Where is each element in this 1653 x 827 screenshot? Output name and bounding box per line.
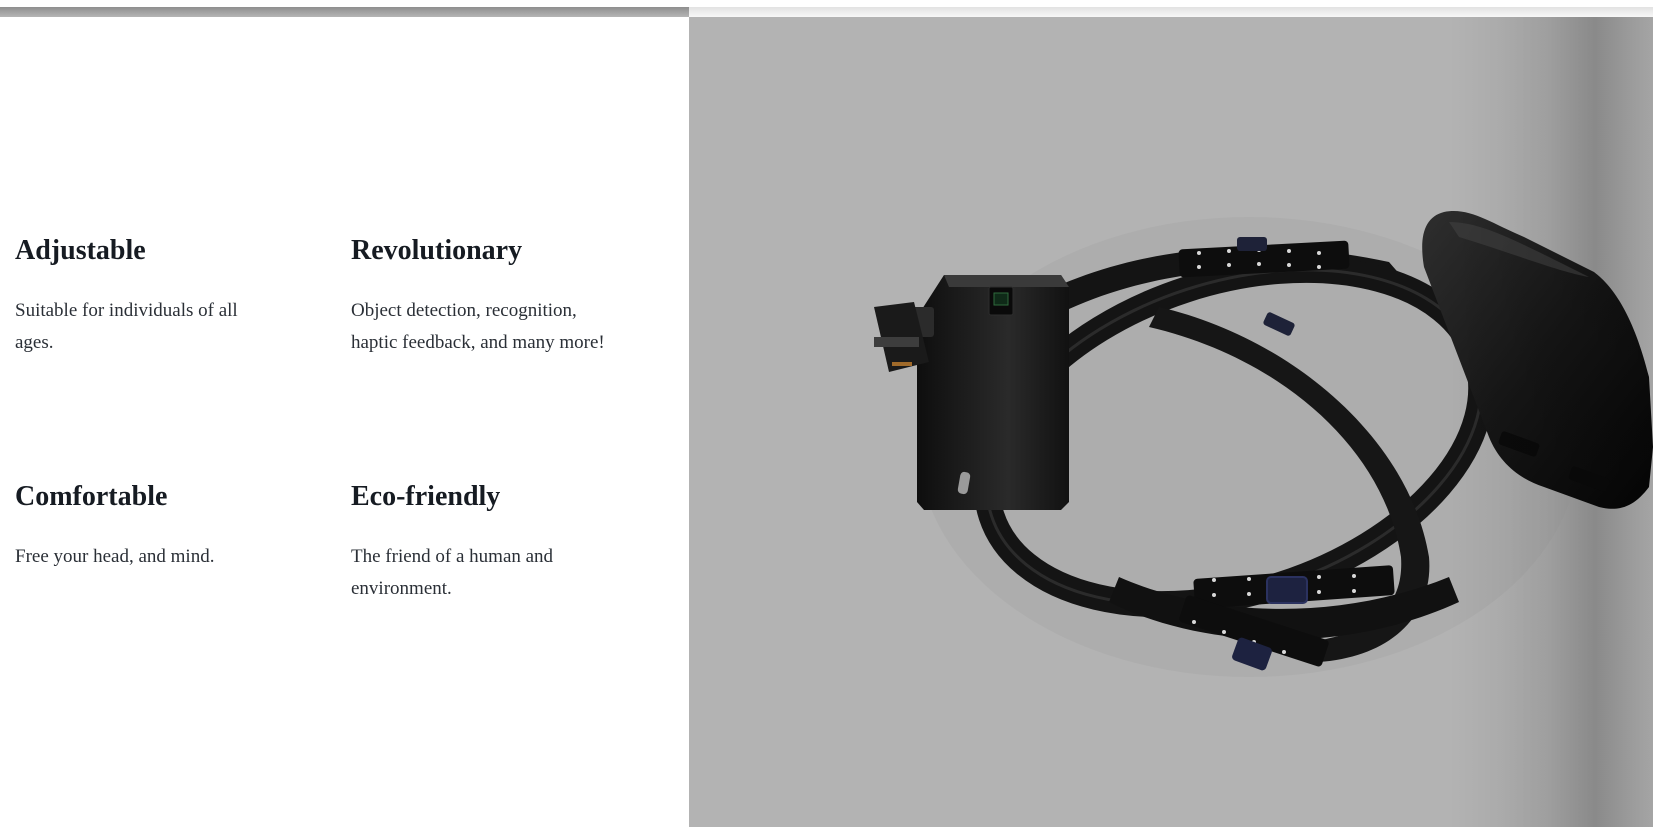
haptic-pad	[1237, 237, 1267, 251]
control-box	[917, 275, 1069, 510]
product-render-image	[689, 17, 1653, 827]
features-section: Adjustable Suitable for individuals of a…	[0, 17, 689, 827]
feature-revolutionary: Revolutionary Object detection, recognit…	[351, 233, 611, 359]
feature-title: Adjustable	[15, 235, 146, 266]
top-bar-right	[689, 7, 1653, 17]
feature-comfortable: Comfortable Free your head, and mind.	[15, 479, 275, 573]
page: Adjustable Suitable for individuals of a…	[0, 0, 1653, 827]
camera-module	[874, 302, 934, 372]
feature-description: The friend of a human and environment.	[351, 546, 554, 599]
feature-adjustable: Adjustable Suitable for individuals of a…	[15, 233, 275, 359]
haptic-pad	[1266, 576, 1308, 604]
feature-title: Revolutionary	[351, 235, 523, 266]
top-bar-left	[0, 7, 689, 17]
headband-device-illustration	[874, 17, 1653, 827]
feature-title: Comfortable	[15, 481, 168, 512]
feature-title: Eco-friendly	[351, 481, 501, 512]
feature-description: Object detection, recognition, haptic fe…	[351, 300, 605, 353]
feature-description: Free your head, and mind.	[15, 546, 215, 567]
feature-description: Suitable for individuals of all ages.	[15, 300, 238, 353]
feature-eco-friendly: Eco-friendly The friend of a human and e…	[351, 479, 611, 605]
